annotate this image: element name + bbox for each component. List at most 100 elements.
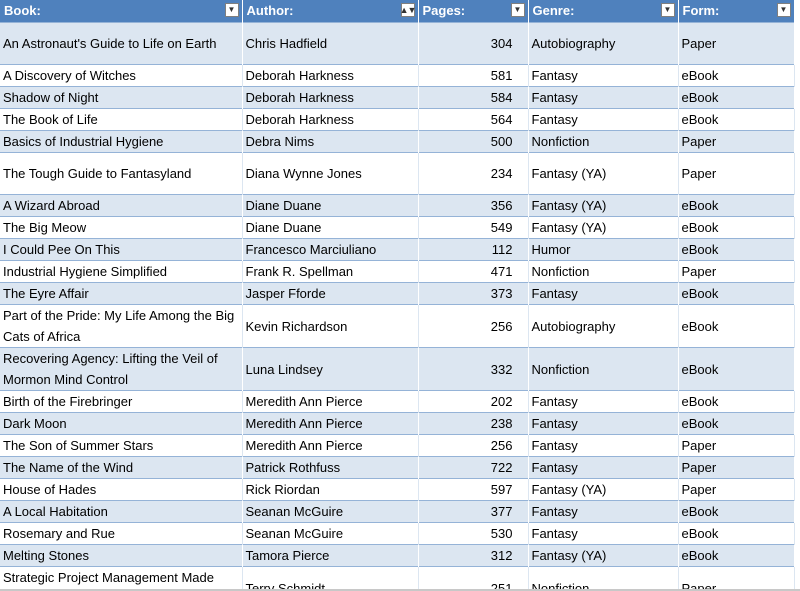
cell-pages[interactable]: 256 xyxy=(418,304,529,348)
header-pages[interactable]: Pages: ▼ xyxy=(418,0,529,23)
cell-genre[interactable]: Fantasy xyxy=(528,412,679,435)
cell-book[interactable]: A Discovery of Witches xyxy=(0,64,243,87)
cell-author[interactable]: Diana Wynne Jones xyxy=(242,152,419,195)
cell-author[interactable]: Deborah Harkness xyxy=(242,108,419,131)
cell-genre[interactable]: Nonfiction xyxy=(528,260,679,283)
cell-form[interactable]: eBook xyxy=(678,500,795,523)
cell-form[interactable]: eBook xyxy=(678,108,795,131)
cell-pages[interactable]: 581 xyxy=(418,64,529,87)
filter-dropdown-icon[interactable]: ▼ xyxy=(510,3,525,17)
cell-genre[interactable]: Nonfiction xyxy=(528,130,679,153)
table-row[interactable]: Part of the Pride: My Life Among the Big… xyxy=(0,304,795,348)
cell-form[interactable]: Paper xyxy=(678,456,795,479)
cell-author[interactable]: Luna Lindsey xyxy=(242,347,419,391)
cell-genre[interactable]: Autobiography xyxy=(528,22,679,65)
cell-pages[interactable]: 530 xyxy=(418,522,529,545)
table-row[interactable]: Recovering Agency: Lifting the Veil of M… xyxy=(0,347,795,391)
cell-pages[interactable]: 234 xyxy=(418,152,529,195)
cell-book[interactable]: The Big Meow xyxy=(0,216,243,239)
cell-book[interactable]: Melting Stones xyxy=(0,544,243,567)
filter-dropdown-icon[interactable]: ▼ xyxy=(776,3,791,17)
cell-form[interactable]: eBook xyxy=(678,390,795,413)
cell-author[interactable]: Tamora Pierce xyxy=(242,544,419,567)
cell-pages[interactable]: 251 xyxy=(418,566,529,591)
cell-book[interactable]: Rosemary and Rue xyxy=(0,522,243,545)
cell-form[interactable]: eBook xyxy=(678,522,795,545)
cell-form[interactable]: eBook xyxy=(678,282,795,305)
cell-pages[interactable]: 238 xyxy=(418,412,529,435)
cell-book[interactable]: An Astronaut's Guide to Life on Earth xyxy=(0,22,243,65)
cell-pages[interactable]: 356 xyxy=(418,194,529,217)
cell-book[interactable]: The Name of the Wind xyxy=(0,456,243,479)
cell-author[interactable]: Terry Schmidt xyxy=(242,566,419,591)
cell-form[interactable]: eBook xyxy=(678,194,795,217)
table-row[interactable]: The Eyre Affair Jasper Fforde 373 Fantasy eB… xyxy=(0,282,795,305)
cell-book[interactable]: Part of the Pride: My Life Among the Big… xyxy=(0,304,243,348)
cell-form[interactable]: eBook xyxy=(678,347,795,391)
cell-pages[interactable]: 312 xyxy=(418,544,529,567)
cell-pages[interactable]: 584 xyxy=(418,86,529,109)
cell-author[interactable]: Francesco Marciuliano xyxy=(242,238,419,261)
cell-genre[interactable]: Humor xyxy=(528,238,679,261)
cell-book[interactable]: Basics of Industrial Hygiene xyxy=(0,130,243,153)
cell-book[interactable]: A Local Habitation xyxy=(0,500,243,523)
cell-author[interactable]: Seanan McGuire xyxy=(242,500,419,523)
cell-form[interactable]: Paper xyxy=(678,566,795,591)
cell-author[interactable]: Meredith Ann Pierce xyxy=(242,390,419,413)
cell-genre[interactable]: Fantasy xyxy=(528,390,679,413)
header-book[interactable]: Book: ▼ xyxy=(0,0,243,23)
table-row[interactable]: The Name of the Wind Patrick Rothfuss 722 F… xyxy=(0,456,795,479)
table-row[interactable]: A Discovery of Witches Deborah Harkness 58… xyxy=(0,64,795,87)
cell-author[interactable]: Diane Duane xyxy=(242,216,419,239)
header-author[interactable]: Author: ▲▼ xyxy=(242,0,419,23)
cell-pages[interactable]: 373 xyxy=(418,282,529,305)
cell-form[interactable]: eBook xyxy=(678,304,795,348)
table-row[interactable]: Dark Moon Meredith Ann Pierce 238 Fantasy eB… xyxy=(0,412,795,435)
cell-book[interactable]: Industrial Hygiene Simplified xyxy=(0,260,243,283)
cell-pages[interactable]: 202 xyxy=(418,390,529,413)
cell-author[interactable]: Meredith Ann Pierce xyxy=(242,412,419,435)
cell-genre[interactable]: Fantasy (YA) xyxy=(528,216,679,239)
cell-form[interactable]: eBook xyxy=(678,216,795,239)
cell-genre[interactable]: Fantasy (YA) xyxy=(528,152,679,195)
cell-author[interactable]: Meredith Ann Pierce xyxy=(242,434,419,457)
cell-genre[interactable]: Fantasy xyxy=(528,522,679,545)
table-row[interactable]: The Son of Summer Stars Meredith Ann Pier… xyxy=(0,434,795,457)
cell-genre[interactable]: Fantasy xyxy=(528,64,679,87)
cell-genre[interactable]: Nonfiction xyxy=(528,347,679,391)
cell-pages[interactable]: 377 xyxy=(418,500,529,523)
cell-pages[interactable]: 304 xyxy=(418,22,529,65)
spreadsheet[interactable]: Book: ▼ Author: ▲▼ Pages: ▼ Genre: ▼ For… xyxy=(0,0,800,591)
header-genre[interactable]: Genre: ▼ xyxy=(528,0,679,23)
cell-book[interactable]: The Tough Guide to Fantasyland xyxy=(0,152,243,195)
cell-author[interactable]: Kevin Richardson xyxy=(242,304,419,348)
cell-form[interactable]: Paper xyxy=(678,152,795,195)
table-row[interactable]: The Book of Life Deborah Harkness 564 Fanta… xyxy=(0,108,795,131)
cell-genre[interactable]: Nonfiction xyxy=(528,566,679,591)
cell-pages[interactable]: 722 xyxy=(418,456,529,479)
cell-form[interactable]: eBook xyxy=(678,412,795,435)
cell-author[interactable]: Diane Duane xyxy=(242,194,419,217)
cell-genre[interactable]: Fantasy xyxy=(528,500,679,523)
cell-book[interactable]: Birth of the Firebringer xyxy=(0,390,243,413)
cell-form[interactable]: Paper xyxy=(678,434,795,457)
cell-genre[interactable]: Fantasy xyxy=(528,86,679,109)
cell-pages[interactable]: 597 xyxy=(418,478,529,501)
cell-author[interactable]: Deborah Harkness xyxy=(242,64,419,87)
filter-dropdown-icon[interactable]: ▼ xyxy=(660,3,675,17)
cell-genre[interactable]: Fantasy xyxy=(528,108,679,131)
table-row[interactable]: Melting Stones Tamora Pierce 312 Fantasy (Y… xyxy=(0,544,795,567)
table-row[interactable]: I Could Pee On This Francesco Marciuliano… xyxy=(0,238,795,261)
cell-author[interactable]: Jasper Fforde xyxy=(242,282,419,305)
header-form[interactable]: Form: ▼ xyxy=(678,0,795,23)
cell-genre[interactable]: Fantasy (YA) xyxy=(528,194,679,217)
cell-book[interactable]: Recovering Agency: Lifting the Veil of M… xyxy=(0,347,243,391)
cell-pages[interactable]: 564 xyxy=(418,108,529,131)
cell-genre[interactable]: Fantasy xyxy=(528,282,679,305)
cell-book[interactable]: I Could Pee On This xyxy=(0,238,243,261)
table-row[interactable]: The Big Meow Diane Duane 549 Fantasy (YA) eB… xyxy=(0,216,795,239)
table-row[interactable]: Rosemary and Rue Seanan McGuire 530 Fantasy… xyxy=(0,522,795,545)
cell-form[interactable]: Paper xyxy=(678,22,795,65)
cell-genre[interactable]: Fantasy xyxy=(528,434,679,457)
cell-genre[interactable]: Autobiography xyxy=(528,304,679,348)
